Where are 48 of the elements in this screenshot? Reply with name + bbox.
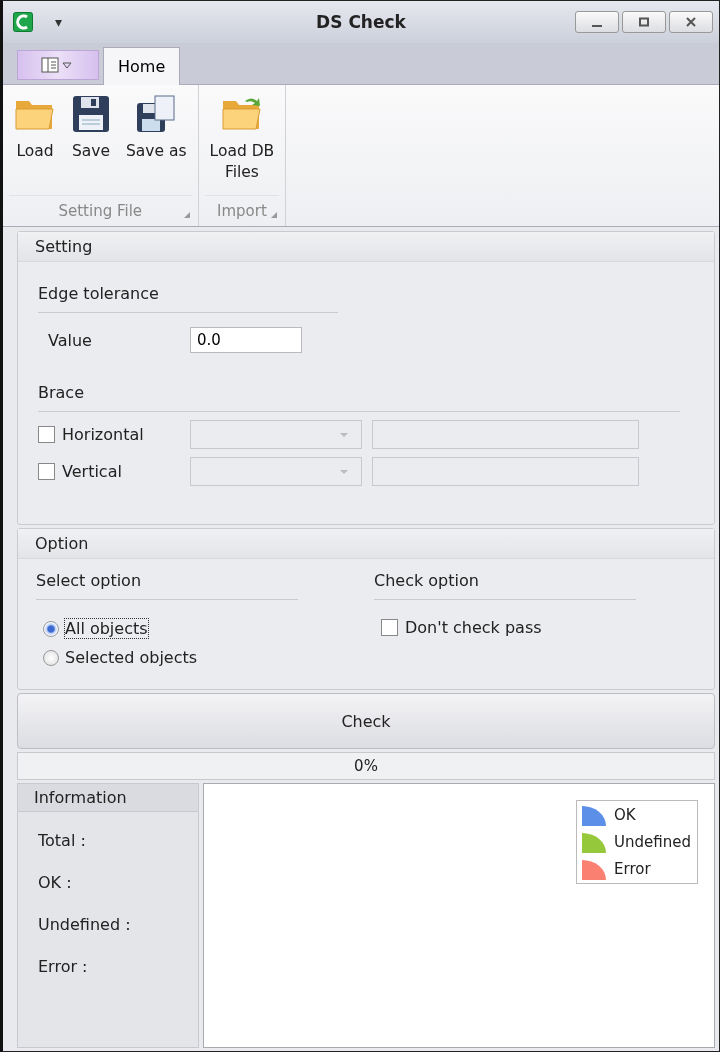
maximize-button[interactable] bbox=[622, 11, 666, 33]
dropdown[interactable] bbox=[190, 420, 362, 449]
save-as-icon bbox=[135, 95, 178, 133]
info-label: Total : bbox=[37, 830, 87, 852]
ribbon-button[interactable]: Save as bbox=[121, 95, 192, 195]
panel-title: Option bbox=[35, 534, 89, 553]
group-label: Setting File bbox=[58, 202, 143, 220]
check-button[interactable]: Check bbox=[17, 693, 715, 749]
value-input[interactable]: 0.0 bbox=[190, 327, 302, 353]
quick-access-menu[interactable]: ▾ bbox=[55, 14, 63, 30]
section-title: Select option bbox=[36, 571, 142, 590]
info-label: OK : bbox=[37, 872, 73, 894]
checkbox[interactable]: Don't check pass bbox=[381, 618, 674, 637]
minimize-icon bbox=[592, 25, 602, 27]
ribbon-button[interactable]: Load DB Files bbox=[204, 95, 280, 195]
minimize-button[interactable] bbox=[575, 11, 619, 33]
section-title: Check option bbox=[374, 571, 479, 590]
panel-title: Information bbox=[34, 788, 127, 807]
application-menu-button[interactable] bbox=[17, 50, 99, 80]
window-title: DS Check bbox=[316, 12, 406, 32]
maximize-icon bbox=[638, 17, 650, 27]
ribbon-button[interactable]: Load bbox=[9, 95, 61, 195]
section-title: Edge tolerance bbox=[38, 284, 159, 303]
ribbon-button[interactable]: Save bbox=[65, 95, 117, 195]
text-field[interactable] bbox=[372, 457, 639, 486]
info-label: Undefined : bbox=[37, 914, 132, 936]
caret-icon bbox=[339, 431, 349, 438]
radio-button[interactable]: All objects bbox=[43, 614, 148, 643]
dropdown[interactable] bbox=[190, 457, 362, 486]
app-logo-icon bbox=[13, 12, 33, 32]
dialog-launcher-icon[interactable] bbox=[271, 212, 278, 218]
panel-title: Setting bbox=[35, 237, 93, 256]
close-icon bbox=[685, 17, 697, 27]
caret-icon bbox=[339, 468, 349, 475]
dialog-launcher-icon[interactable] bbox=[183, 212, 190, 218]
checkbox[interactable]: Vertical bbox=[38, 462, 190, 481]
legend-label: OK bbox=[614, 806, 636, 824]
close-button[interactable] bbox=[669, 11, 713, 33]
radio-button[interactable]: Selected objects bbox=[43, 643, 198, 672]
legend-label: Error bbox=[614, 860, 651, 878]
field-label: Value bbox=[48, 330, 93, 350]
ribbon-tab[interactable]: Home bbox=[103, 47, 181, 85]
info-label: Error : bbox=[37, 956, 89, 978]
group-label: Import bbox=[217, 202, 267, 220]
legend-label: Undefined bbox=[614, 833, 691, 851]
text-field[interactable] bbox=[372, 420, 639, 449]
checkbox[interactable]: Horizontal bbox=[38, 425, 190, 444]
section-title: Brace bbox=[38, 383, 84, 402]
